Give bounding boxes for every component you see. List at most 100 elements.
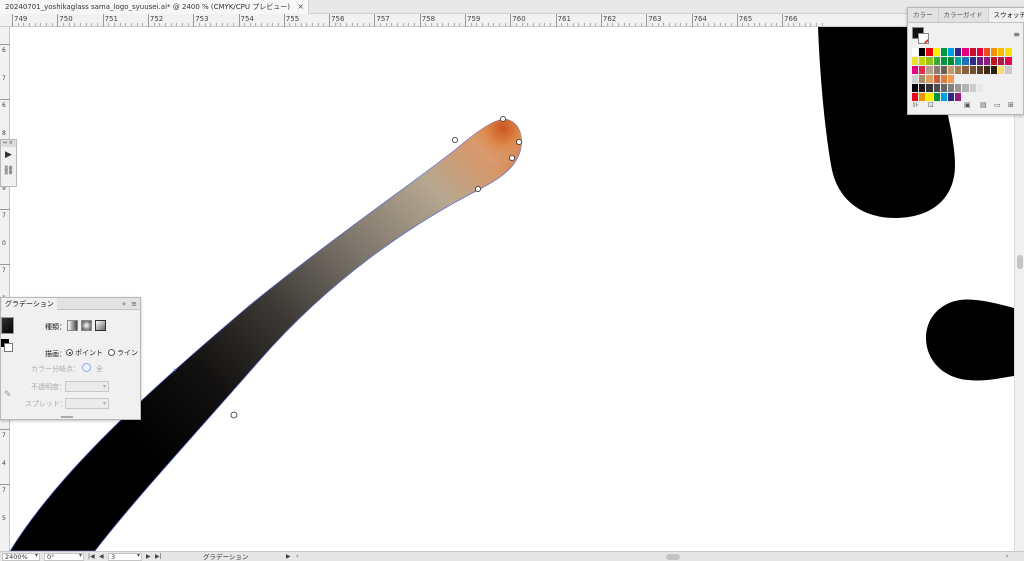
black-shape-right[interactable]: [926, 299, 1014, 381]
swatch[interactable]: [919, 75, 927, 83]
swatch[interactable]: [919, 66, 927, 74]
next-artboard-button[interactable]: ▶: [146, 552, 151, 561]
swatch[interactable]: [976, 66, 984, 74]
tool-menu-arrow[interactable]: ▶: [286, 552, 291, 561]
swatch[interactable]: [955, 48, 963, 56]
swatch-kind-icon[interactable]: ▤: [980, 101, 987, 109]
swatch[interactable]: [1005, 66, 1013, 74]
swatch[interactable]: [998, 66, 1006, 74]
library-icon[interactable]: ⊪: [913, 101, 919, 109]
swatch[interactable]: [983, 66, 992, 74]
eyedropper-icon[interactable]: ✎: [4, 390, 12, 400]
anchor-point[interactable]: [474, 185, 481, 192]
prev-artboard-button[interactable]: ◀: [99, 552, 104, 561]
swatch[interactable]: [912, 84, 920, 92]
swatch[interactable]: [998, 48, 1006, 56]
swatch[interactable]: [962, 57, 970, 65]
linear-gradient-button[interactable]: [67, 320, 78, 331]
swatch[interactable]: [919, 48, 927, 56]
anchor-point[interactable]: [516, 138, 523, 145]
first-artboard-button[interactable]: |◀: [88, 552, 95, 561]
vertical-scroll-thumb[interactable]: [1017, 255, 1023, 269]
swatch[interactable]: [912, 48, 920, 56]
swatch[interactable]: [947, 57, 956, 65]
swatch[interactable]: [919, 93, 927, 101]
swatch[interactable]: [933, 48, 941, 56]
swatch[interactable]: [926, 66, 934, 74]
play-icon[interactable]: ▶: [1, 147, 16, 163]
swatch[interactable]: [933, 66, 941, 74]
anchor-point[interactable]: [230, 411, 238, 419]
swatch[interactable]: [912, 57, 920, 65]
swatch[interactable]: [969, 66, 977, 74]
swatch[interactable]: [940, 93, 948, 101]
swatch[interactable]: [1005, 57, 1013, 65]
swatch[interactable]: [983, 84, 992, 92]
swatch[interactable]: [955, 93, 963, 101]
swatch[interactable]: [940, 48, 948, 56]
link-icon[interactable]: ⛓: [1, 163, 16, 179]
swatch[interactable]: [947, 84, 956, 92]
swatch[interactable]: [919, 57, 927, 65]
gradient-panel-title[interactable]: グラデーション: [2, 298, 57, 310]
folder-icon[interactable]: ▭: [994, 101, 1001, 109]
swatch[interactable]: [940, 75, 948, 83]
swatch[interactable]: [955, 66, 963, 74]
swatch[interactable]: [926, 48, 934, 56]
swatch[interactable]: [926, 93, 934, 101]
swatch[interactable]: [998, 57, 1006, 65]
collapse-icon[interactable]: «: [122, 298, 126, 310]
scroll-right-arrow[interactable]: ›: [1006, 552, 1008, 561]
zoom-select[interactable]: 2400%: [2, 553, 40, 561]
point-radio[interactable]: [66, 349, 73, 356]
stroke-none-box[interactable]: [4, 343, 13, 352]
opacity-select[interactable]: [65, 381, 109, 392]
swatch[interactable]: [933, 93, 941, 101]
swatch[interactable]: [926, 57, 934, 65]
gradient-preview-swatch[interactable]: [1, 317, 14, 334]
tab-color[interactable]: カラー: [908, 8, 939, 22]
swatch[interactable]: [1005, 48, 1013, 56]
swatch[interactable]: [926, 84, 934, 92]
new-color-group-icon[interactable]: ▣: [964, 101, 971, 109]
swatch[interactable]: [940, 66, 948, 74]
swatch[interactable]: [983, 57, 992, 65]
swatch[interactable]: [926, 75, 934, 83]
swatch[interactable]: [947, 48, 956, 56]
scroll-left-arrow[interactable]: ‹: [296, 552, 298, 561]
swatch[interactable]: [991, 57, 999, 65]
gradient-panel-header[interactable]: グラデーション « ≡: [1, 298, 140, 310]
swatch[interactable]: [912, 75, 920, 83]
swatch[interactable]: [983, 48, 992, 56]
swatch[interactable]: [912, 93, 920, 101]
spread-select[interactable]: [65, 398, 109, 409]
swatch[interactable]: [933, 84, 941, 92]
swatch[interactable]: [947, 66, 956, 74]
tab-swatches[interactable]: スウォッチ: [988, 8, 1024, 22]
swatch[interactable]: [933, 75, 941, 83]
swatch[interactable]: [991, 66, 999, 74]
swatch[interactable]: [955, 84, 963, 92]
line-radio[interactable]: [108, 349, 115, 356]
swatch[interactable]: [969, 48, 977, 56]
mini-panel-header[interactable]: ⇔ ×: [1, 140, 16, 147]
swatch[interactable]: [947, 75, 956, 83]
new-swatch-icon[interactable]: ⊞: [1008, 101, 1014, 109]
hamburger-icon[interactable]: ≡: [1013, 30, 1020, 39]
swatch[interactable]: [969, 57, 977, 65]
horizontal-ruler[interactable]: 749 750 751 752 753 754 755 756 757 758 759 760 761 7…: [0, 14, 1024, 27]
horizontal-scroll-thumb[interactable]: [666, 554, 680, 560]
radial-gradient-button[interactable]: [81, 320, 92, 331]
panel-resize-grip[interactable]: [61, 416, 73, 418]
close-icon[interactable]: ×: [297, 0, 304, 14]
anchor-point[interactable]: [451, 136, 458, 143]
swatch-options-icon[interactable]: ⊡: [928, 101, 934, 109]
color-stop-toggle-icon[interactable]: [82, 363, 91, 372]
swatch[interactable]: [969, 84, 977, 92]
swatch[interactable]: [947, 93, 956, 101]
swatch[interactable]: [919, 84, 927, 92]
tab-color-guide[interactable]: カラーガイド: [939, 8, 989, 22]
swatch[interactable]: [976, 57, 984, 65]
swatch[interactable]: [962, 66, 970, 74]
swatch[interactable]: [933, 57, 941, 65]
